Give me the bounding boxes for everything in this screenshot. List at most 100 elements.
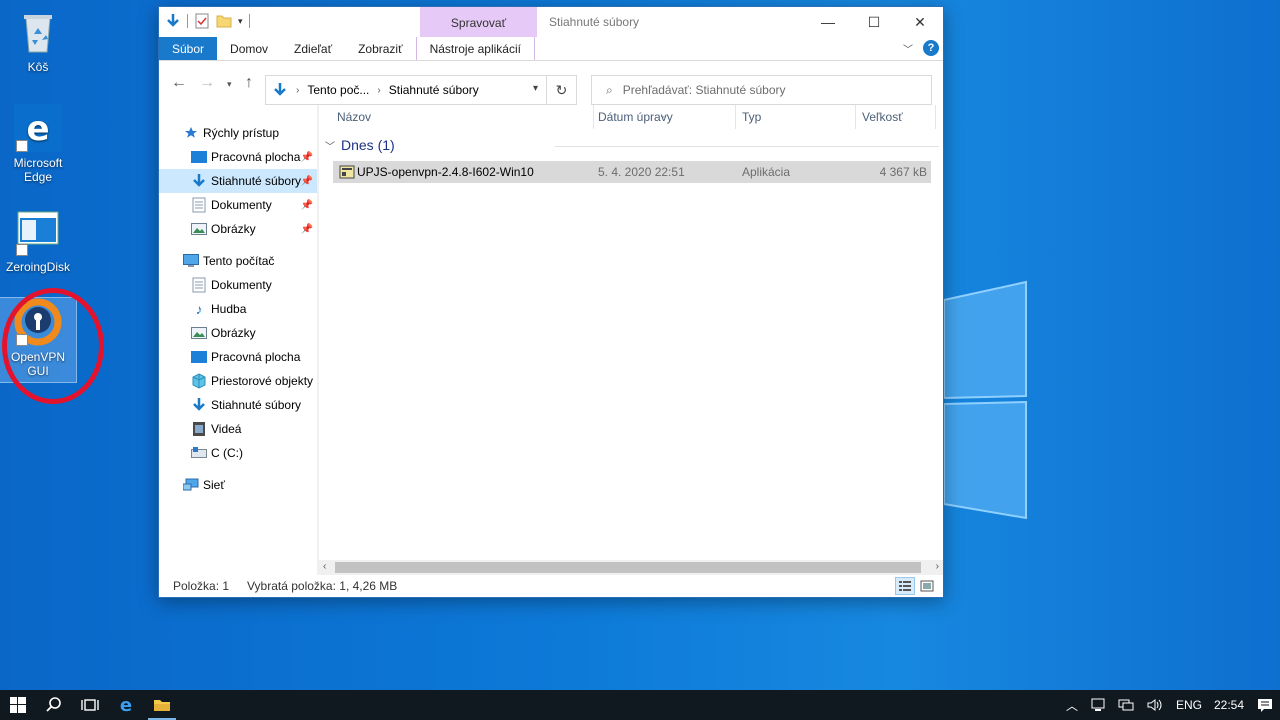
- column-type[interactable]: Typ: [742, 110, 761, 124]
- show-hidden-icons-icon[interactable]: ︿: [1066, 697, 1078, 714]
- minimize-button[interactable]: —: [805, 7, 851, 37]
- expand-ribbon-icon[interactable]: ﹀: [903, 41, 913, 56]
- file-size: 4 367 kB: [879, 165, 927, 179]
- column-size[interactable]: Veľkosť: [862, 110, 903, 124]
- nav-pc-desktop[interactable]: Pracovná plocha: [159, 345, 317, 369]
- caption-buttons: — ☐ ✕: [805, 7, 943, 37]
- tab-file[interactable]: Súbor: [159, 37, 218, 60]
- close-icon: ✕: [914, 13, 926, 30]
- column-divider[interactable]: [935, 105, 936, 129]
- close-button[interactable]: ✕: [897, 7, 943, 37]
- help-icon[interactable]: ?: [923, 40, 939, 56]
- refresh-button[interactable]: ↻: [547, 75, 577, 105]
- minimize-icon: —: [821, 14, 835, 30]
- start-button[interactable]: [0, 690, 36, 720]
- up-button[interactable]: ↑: [245, 74, 253, 92]
- large-icons-view-icon: [920, 580, 934, 592]
- star-icon: [183, 125, 199, 141]
- nav-label: Obrázky: [211, 326, 256, 340]
- tab-home[interactable]: Domov: [217, 37, 281, 60]
- nav-label: Sieť: [203, 478, 225, 492]
- horizontal-scrollbar[interactable]: ‹ ›: [319, 560, 943, 575]
- nav-pc-music[interactable]: ♪ Hudba: [159, 297, 317, 321]
- nav-quick-desktop[interactable]: Pracovná plocha 📌: [159, 145, 317, 169]
- taskbar-edge[interactable]: e: [108, 690, 144, 720]
- taskbar-file-explorer[interactable]: [144, 690, 180, 720]
- group-header-today[interactable]: ﹀ Dnes (1): [325, 137, 395, 153]
- tab-view[interactable]: Zobraziť: [345, 37, 416, 60]
- network-icon[interactable]: [1118, 697, 1134, 713]
- column-divider[interactable]: [735, 105, 736, 129]
- language-indicator[interactable]: ENG: [1176, 698, 1202, 712]
- refresh-icon: ↻: [555, 81, 568, 98]
- nav-quick-documents[interactable]: Dokumenty 📌: [159, 193, 317, 217]
- nav-pc-videos[interactable]: Videá: [159, 417, 317, 441]
- nav-pc-downloads[interactable]: Stiahnuté súbory: [159, 393, 317, 417]
- pictures-icon: [191, 221, 207, 237]
- group-label: Dnes (1): [341, 137, 395, 153]
- table-row[interactable]: UPJS-openvpn-2.4.8-I602-Win10 5. 4. 2020…: [333, 161, 931, 183]
- nav-pc-pictures[interactable]: Obrázky: [159, 321, 317, 345]
- windows-start-icon: [10, 697, 26, 713]
- details-view-button[interactable]: [895, 577, 915, 595]
- customize-toolbar-icon[interactable]: ▾: [238, 16, 243, 27]
- column-divider[interactable]: [593, 105, 594, 129]
- nav-quick-access[interactable]: Rýchly prístup: [159, 121, 317, 145]
- desktop-icon-recycle-bin[interactable]: Kôš: [0, 8, 76, 74]
- properties-icon[interactable]: [194, 13, 210, 29]
- documents-icon: [191, 197, 207, 213]
- nav-label: Priestorové objekty: [211, 374, 314, 388]
- column-divider[interactable]: [855, 105, 856, 129]
- desktop-icon-edge[interactable]: e Microsoft Edge: [0, 104, 76, 184]
- nav-label: Videá: [211, 422, 242, 436]
- network-icon: [183, 477, 199, 493]
- nav-pc-3d-objects[interactable]: Priestorové objekty: [159, 369, 317, 393]
- download-folder-icon[interactable]: [165, 13, 181, 29]
- nav-quick-downloads[interactable]: Stiahnuté súbory 📌: [159, 169, 317, 193]
- vpn-icon[interactable]: [1090, 697, 1106, 713]
- svg-text:e: e: [26, 109, 49, 149]
- system-tray: ︿ ENG 22:54: [1060, 690, 1280, 720]
- nav-this-pc[interactable]: Tento počítač: [159, 249, 317, 273]
- file-name: UPJS-openvpn-2.4.8-I602-Win10: [357, 165, 534, 179]
- nav-pc-drive-c[interactable]: C (C:): [159, 441, 317, 465]
- navigation-pane: Rýchly prístup Pracovná plocha 📌 Stiahnu…: [159, 105, 317, 575]
- downloads-icon: [191, 173, 207, 189]
- nav-quick-pictures[interactable]: Obrázky 📌: [159, 217, 317, 241]
- address-bar[interactable]: › Tento poč... › Stiahnuté súbory ▾: [265, 75, 547, 105]
- nav-network[interactable]: Sieť: [159, 473, 317, 497]
- desktop-icon-zeroingdisk[interactable]: ZeroingDisk: [0, 208, 76, 274]
- breadcrumb-downloads[interactable]: Stiahnuté súbory: [389, 83, 479, 97]
- file-list: ⌄ Názov Dátum úpravy Typ Veľkosť ﹀ Dnes …: [319, 105, 943, 575]
- action-center-icon[interactable]: [1256, 697, 1274, 713]
- tab-application-tools[interactable]: Nástroje aplikácií: [415, 37, 535, 60]
- breadcrumb-separator: ›: [296, 84, 300, 96]
- large-icons-view-button[interactable]: [917, 577, 937, 595]
- recent-locations-icon[interactable]: ▾: [227, 79, 232, 90]
- breadcrumb-this-pc[interactable]: Tento poč...: [307, 83, 369, 97]
- column-name[interactable]: Názov: [337, 110, 371, 124]
- scroll-left-icon[interactable]: ‹: [323, 561, 326, 572]
- search-box[interactable]: ⌕ Prehľadávať: Stiahnuté súbory: [591, 75, 932, 105]
- address-dropdown-icon[interactable]: ▾: [533, 83, 538, 94]
- volume-icon[interactable]: [1146, 697, 1164, 713]
- maximize-icon: ☐: [867, 13, 881, 30]
- scrollbar-thumb[interactable]: [335, 562, 921, 573]
- clock[interactable]: 22:54: [1214, 698, 1244, 712]
- maximize-button[interactable]: ☐: [851, 7, 897, 37]
- task-view-button[interactable]: [72, 690, 108, 720]
- forward-button[interactable]: →: [199, 74, 215, 92]
- details-view-icon: [899, 581, 911, 591]
- nav-label: Hudba: [211, 302, 247, 316]
- status-item-count: Položka: 1: [173, 579, 230, 593]
- new-folder-icon[interactable]: [216, 13, 232, 29]
- scroll-right-icon[interactable]: ›: [936, 561, 939, 572]
- search-button[interactable]: [36, 690, 72, 720]
- nav-pc-documents[interactable]: Dokumenty: [159, 273, 317, 297]
- edge-icon: e: [14, 104, 62, 152]
- tab-share[interactable]: Zdieľať: [281, 37, 345, 60]
- back-button[interactable]: ←: [171, 74, 187, 92]
- column-date[interactable]: Dátum úpravy: [598, 110, 673, 124]
- documents-icon: [191, 277, 207, 293]
- nav-label: Stiahnuté súbory: [211, 398, 302, 412]
